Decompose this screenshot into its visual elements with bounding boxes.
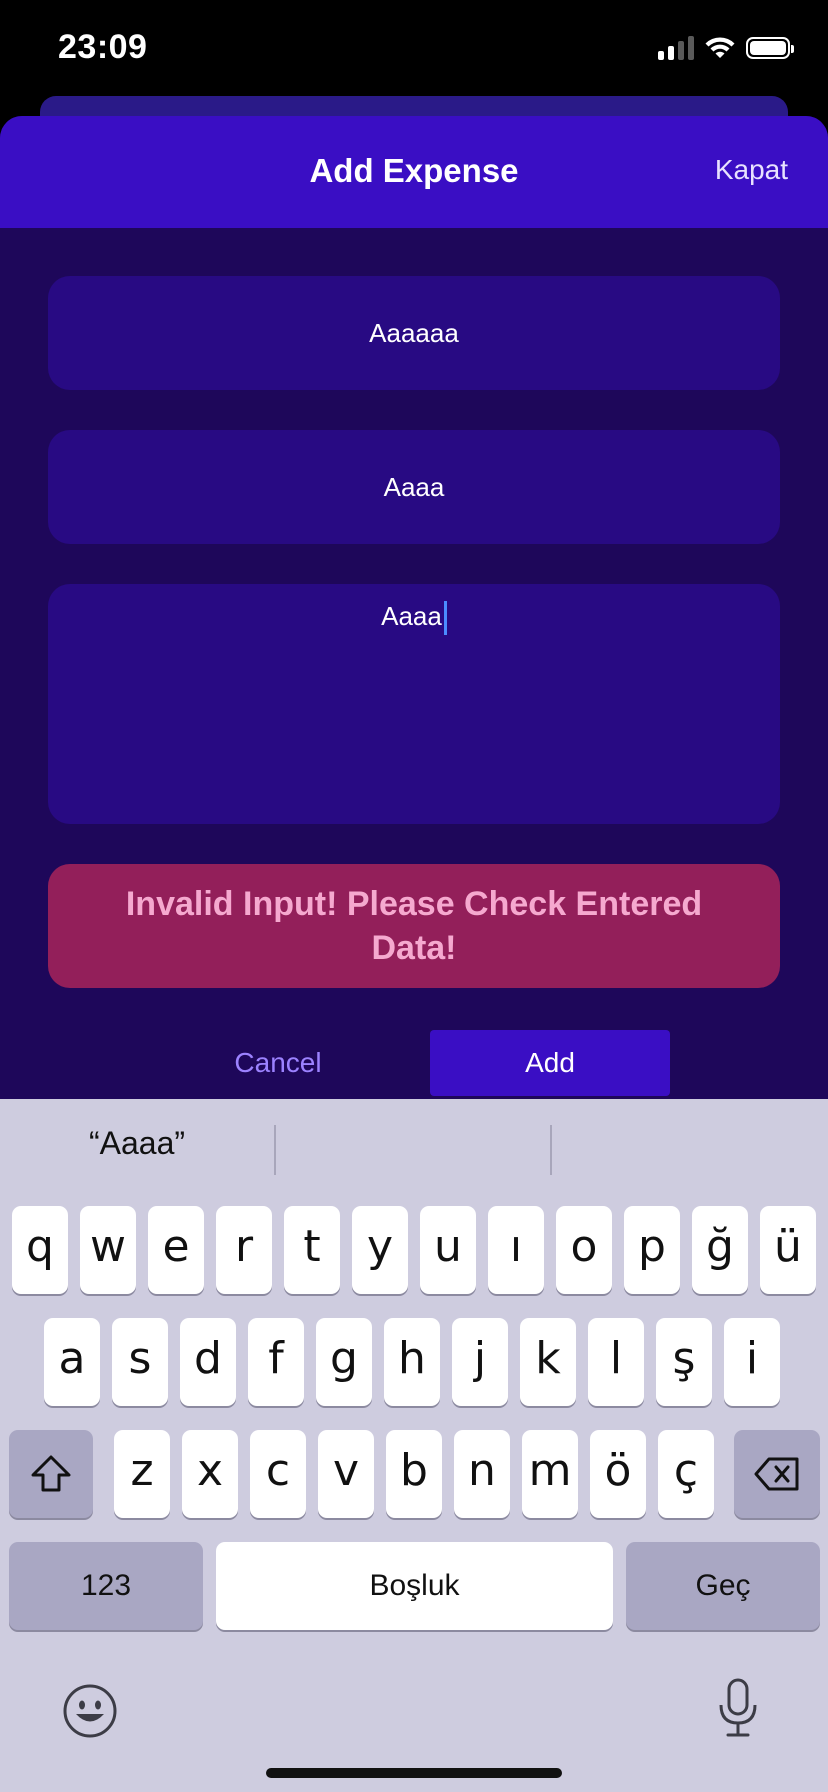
key-i[interactable]: i: [724, 1318, 780, 1406]
suggestion-bar: “Aaaa”: [0, 1099, 828, 1187]
expense-note-text: Aaaa: [381, 601, 442, 631]
key-ş[interactable]: ş: [656, 1318, 712, 1406]
sheet-header: Add Expense Kapat: [0, 116, 828, 228]
key-o[interactable]: o: [556, 1206, 612, 1294]
key-l[interactable]: l: [588, 1318, 644, 1406]
suggestion-2[interactable]: [276, 1099, 550, 1187]
key-x[interactable]: x: [182, 1430, 238, 1518]
key-b[interactable]: b: [386, 1430, 442, 1518]
status-icons: [658, 36, 794, 60]
add-button[interactable]: Add: [430, 1030, 670, 1096]
suggestion-1[interactable]: “Aaaa”: [0, 1099, 274, 1187]
shift-icon: [31, 1455, 71, 1492]
key-k[interactable]: k: [520, 1318, 576, 1406]
status-bar: 23:09: [0, 0, 828, 100]
key-ö[interactable]: ö: [590, 1430, 646, 1518]
emoji-icon[interactable]: [62, 1683, 118, 1739]
text-cursor: [443, 601, 447, 636]
add-expense-sheet: Add Expense Kapat Aaaaaa Aaaa Aaaa Inval…: [0, 116, 828, 1116]
suggestion-3[interactable]: [552, 1099, 826, 1187]
key-e[interactable]: e: [148, 1206, 204, 1294]
status-time: 23:09: [58, 28, 148, 66]
key-m[interactable]: m: [522, 1430, 578, 1518]
key-r[interactable]: r: [216, 1206, 272, 1294]
key-j[interactable]: j: [452, 1318, 508, 1406]
key-s[interactable]: s: [112, 1318, 168, 1406]
backspace-icon: [754, 1457, 799, 1491]
numbers-key[interactable]: 123: [9, 1542, 203, 1630]
key-ç[interactable]: ç: [658, 1430, 714, 1518]
error-message: Invalid Input! Please Check Entered Data…: [125, 885, 703, 967]
shift-key[interactable]: [9, 1430, 93, 1518]
key-ğ[interactable]: ğ: [692, 1206, 748, 1294]
battery-icon: [746, 37, 794, 59]
expense-amount-field[interactable]: Aaaa: [48, 430, 780, 544]
key-u[interactable]: u: [420, 1206, 476, 1294]
key-c[interactable]: c: [250, 1430, 306, 1518]
sheet-title: Add Expense: [309, 152, 519, 189]
key-v[interactable]: v: [318, 1430, 374, 1518]
backspace-key[interactable]: [734, 1430, 820, 1518]
key-y[interactable]: y: [352, 1206, 408, 1294]
key-q[interactable]: q: [12, 1206, 68, 1294]
microphone-icon[interactable]: [714, 1677, 762, 1741]
key-ı[interactable]: ı: [488, 1206, 544, 1294]
key-h[interactable]: h: [384, 1318, 440, 1406]
key-a[interactable]: a: [44, 1318, 100, 1406]
cancel-button[interactable]: Cancel: [188, 1030, 368, 1096]
key-f[interactable]: f: [248, 1318, 304, 1406]
close-button[interactable]: Kapat: [715, 154, 788, 186]
keyboard: “Aaaa” qwertyuıopğüasdfghjklşizxcvbnmöç …: [0, 1099, 828, 1792]
key-n[interactable]: n: [454, 1430, 510, 1518]
key-z[interactable]: z: [114, 1430, 170, 1518]
expense-name-field[interactable]: Aaaaaa: [48, 276, 780, 390]
return-key[interactable]: Geç: [626, 1542, 820, 1630]
error-banner: Invalid Input! Please Check Entered Data…: [48, 864, 780, 988]
key-p[interactable]: p: [624, 1206, 680, 1294]
key-g[interactable]: g: [316, 1318, 372, 1406]
expense-note-field[interactable]: Aaaa: [48, 584, 780, 824]
space-key[interactable]: Boşluk: [216, 1542, 613, 1630]
cellular-signal-icon: [658, 36, 694, 60]
key-w[interactable]: w: [80, 1206, 136, 1294]
key-ü[interactable]: ü: [760, 1206, 816, 1294]
key-t[interactable]: t: [284, 1206, 340, 1294]
wifi-icon: [705, 37, 735, 58]
key-d[interactable]: d: [180, 1318, 236, 1406]
home-indicator: [266, 1768, 562, 1778]
